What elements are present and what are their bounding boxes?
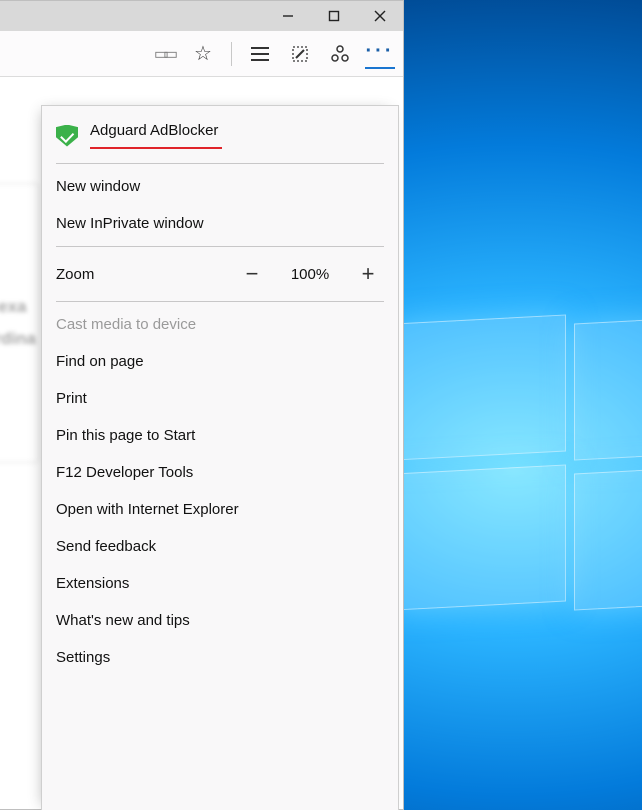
zoom-label: Zoom: [56, 266, 224, 283]
menu-item-zoom: Zoom − 100% +: [42, 251, 398, 297]
maximize-button[interactable]: [311, 1, 357, 31]
wallpaper-pane: [575, 316, 642, 460]
menu-separator: [56, 163, 384, 164]
menu-item-extensions[interactable]: Extensions: [42, 565, 398, 602]
menu-item-pin[interactable]: Pin this page to Start: [42, 417, 398, 454]
extension-title: Adguard AdBlocker: [90, 122, 222, 149]
browser-toolbar: [0, 31, 403, 77]
minimize-button[interactable]: [265, 1, 311, 31]
menu-label: Open with Internet Explorer: [56, 501, 239, 518]
share-icon[interactable]: [325, 39, 355, 69]
wallpaper-pane: [395, 466, 565, 610]
menu-item-find[interactable]: Find on page: [42, 343, 398, 380]
hub-lines-icon[interactable]: [245, 39, 275, 69]
menu-label: Pin this page to Start: [56, 427, 195, 444]
menu-item-feedback[interactable]: Send feedback: [42, 528, 398, 565]
share-circles-icon: [330, 44, 350, 64]
edge-browser-window: e exa ordina Adguard AdBlocker New windo…: [0, 0, 404, 810]
menu-label: Settings: [56, 649, 110, 666]
close-icon: [374, 10, 386, 22]
menu-label: Extensions: [56, 575, 129, 592]
menu-item-adguard[interactable]: Adguard AdBlocker: [42, 112, 398, 159]
pen-icon: [290, 44, 310, 64]
favorites-star-icon[interactable]: [188, 39, 218, 69]
menu-item-new-window[interactable]: New window: [42, 168, 398, 205]
menu-item-f12[interactable]: F12 Developer Tools: [42, 454, 398, 491]
menu-separator: [56, 301, 384, 302]
zoom-value: 100%: [280, 266, 340, 283]
window-caption-bar: [0, 1, 403, 31]
menu-item-new-inprivate[interactable]: New InPrivate window: [42, 205, 398, 242]
zoom-out-button[interactable]: −: [236, 261, 268, 287]
maximize-icon: [328, 10, 340, 22]
shield-check-icon: [56, 125, 78, 147]
menu-item-print[interactable]: Print: [42, 380, 398, 417]
more-dots-icon[interactable]: [365, 39, 395, 69]
toolbar-divider: [231, 42, 232, 66]
menu-label: F12 Developer Tools: [56, 464, 193, 481]
wallpaper-pane: [575, 466, 642, 610]
settings-and-more-menu: Adguard AdBlocker New window New InPriva…: [41, 105, 399, 810]
close-button[interactable]: [357, 1, 403, 31]
blurred-page-content: e exa ordina: [0, 183, 39, 463]
menu-item-whats-new[interactable]: What's new and tips: [42, 602, 398, 639]
menu-label: Find on page: [56, 353, 144, 370]
menu-item-cast: Cast media to device: [42, 306, 398, 343]
wallpaper-pane: [395, 316, 565, 460]
menu-label: Cast media to device: [56, 316, 196, 333]
zoom-in-button[interactable]: +: [352, 261, 384, 287]
menu-label: Send feedback: [56, 538, 156, 555]
lines-icon: [251, 47, 269, 61]
web-note-icon[interactable]: [285, 39, 315, 69]
menu-label: What's new and tips: [56, 612, 190, 629]
menu-label: New InPrivate window: [56, 215, 204, 232]
menu-label: Print: [56, 390, 87, 407]
menu-item-open-ie[interactable]: Open with Internet Explorer: [42, 491, 398, 528]
menu-label: New window: [56, 178, 140, 195]
minimize-icon: [282, 10, 294, 22]
menu-separator: [56, 246, 384, 247]
reading-view-icon[interactable]: [148, 39, 178, 69]
menu-item-settings[interactable]: Settings: [42, 639, 398, 676]
